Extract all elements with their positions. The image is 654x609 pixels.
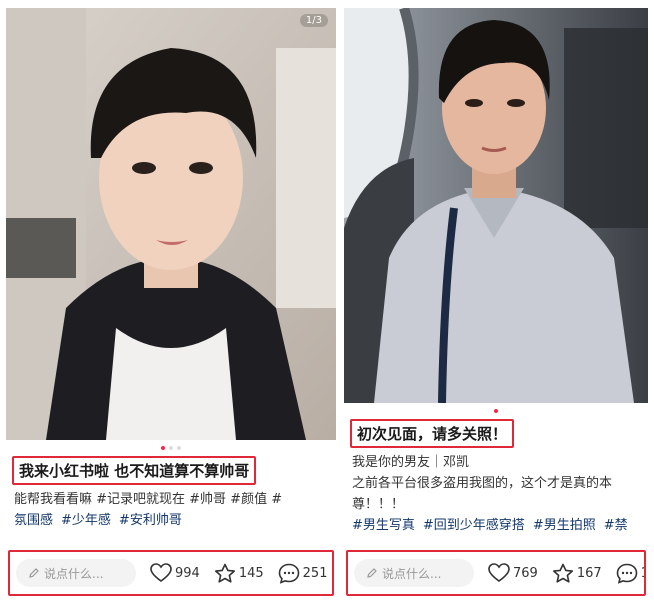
post-card-right[interactable]: 初次见面，请多关照！ 我是你的男友｜邓凯 之前各平台很多盗用我图的，这个才是真的… — [344, 8, 648, 600]
star-icon — [214, 563, 235, 583]
collect-button[interactable]: 145 — [214, 563, 264, 584]
portrait-photo — [6, 8, 336, 440]
carousel-dot[interactable] — [494, 409, 498, 413]
comment-button[interactable]: 116 — [616, 563, 644, 584]
post-title: 我来小红书啦 也不知道算不算帅哥 — [12, 456, 257, 485]
pencil-icon — [367, 568, 377, 578]
engagement-bar: 说点什么... 769 167 116 — [346, 550, 646, 596]
comment-input[interactable]: 说点什么... — [354, 559, 474, 587]
hashtag[interactable]: #禁 — [604, 518, 628, 533]
carousel-dots — [344, 409, 648, 415]
carousel-dot[interactable] — [161, 446, 165, 450]
post-title: 初次见面，请多关照！ — [350, 419, 515, 448]
comment-bubble-icon — [278, 563, 299, 584]
post-card-left[interactable]: 1/3 我来小红书啦 也不知道算不算帅哥 能帮我看看嘛 #记录吧就现在 #帅哥 … — [6, 8, 336, 600]
description-line: 我是你的男友｜邓凯 — [352, 455, 470, 470]
engagement-bar: 说点什么... 994 145 251 — [8, 550, 334, 596]
post-photo[interactable] — [344, 8, 648, 403]
post-description: 我是你的男友｜邓凯 之前各平台很多盗用我图的，这个才是真的本 尊！！！ #男生写… — [344, 452, 648, 536]
hashtag[interactable]: #男生写真 — [352, 518, 415, 533]
hashtag[interactable]: #回到少年感穿搭 — [423, 518, 525, 533]
like-count: 769 — [513, 565, 538, 581]
comment-placeholder: 说点什么... — [44, 566, 104, 581]
comment-button[interactable]: 251 — [278, 563, 328, 584]
hashtag[interactable]: #少年感 — [61, 513, 111, 528]
hashtag[interactable]: 氛围感 — [14, 513, 53, 528]
post-photo[interactable]: 1/3 — [6, 8, 336, 440]
star-icon — [552, 563, 573, 583]
heart-icon — [150, 563, 172, 582]
comment-input[interactable]: 说点什么... — [16, 559, 136, 587]
collect-button[interactable]: 167 — [552, 563, 602, 584]
like-count: 994 — [175, 565, 200, 581]
like-button[interactable]: 769 — [488, 563, 538, 583]
carousel-dots — [6, 446, 336, 452]
tags-line: #男生写真 #回到少年感穿搭 #男生拍照 #禁 — [352, 515, 640, 536]
heart-icon — [488, 563, 510, 582]
description-line: 之前各平台很多盗用我图的，这个才是真的本 — [352, 476, 613, 491]
tags-line: 氛围感 #少年感 #安利帅哥 — [14, 510, 328, 531]
description-line: 能帮我看看嘛 #记录吧就现在 #帅哥 #颜值 # — [14, 492, 283, 507]
carousel-dot[interactable] — [177, 446, 181, 450]
carousel-dot[interactable] — [169, 446, 173, 450]
description-line: 尊！！！ — [352, 497, 405, 512]
collect-count: 167 — [576, 565, 602, 581]
collect-count: 145 — [238, 565, 264, 581]
post-description: 能帮我看看嘛 #记录吧就现在 #帅哥 #颜值 # 氛围感 #少年感 #安利帅哥 — [6, 489, 336, 531]
like-button[interactable]: 994 — [150, 563, 200, 583]
comment-count: 251 — [302, 565, 328, 581]
comment-bubble-icon — [616, 563, 637, 584]
pencil-icon — [29, 568, 39, 578]
image-counter: 1/3 — [299, 14, 328, 27]
comment-placeholder: 说点什么... — [382, 566, 442, 581]
comment-count: 116 — [641, 566, 644, 581]
hashtag[interactable]: #男生拍照 — [533, 518, 596, 533]
portrait-photo — [344, 8, 648, 403]
hashtag[interactable]: #安利帅哥 — [119, 513, 182, 528]
